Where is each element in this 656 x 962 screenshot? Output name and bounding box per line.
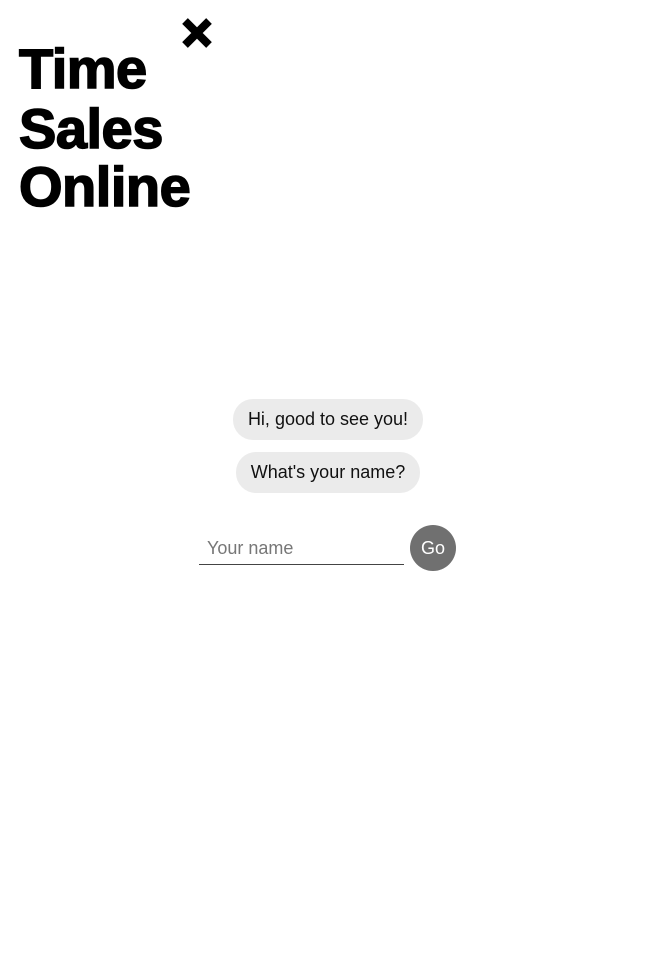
- go-button[interactable]: Go: [410, 525, 456, 571]
- name-input[interactable]: [199, 533, 404, 565]
- logo-word-sales: Sales: [18, 97, 164, 160]
- chat-bubble-greeting: Hi, good to see you!: [232, 399, 424, 440]
- name-form: Go: [199, 525, 459, 573]
- chat-bubble-question: What's your name?: [235, 452, 421, 493]
- page: Time Sales Online Hi, good to see you! W…: [0, 0, 656, 962]
- logo-word-time: Time: [18, 37, 148, 100]
- chat-thread: Hi, good to see you! What's your name?: [0, 399, 656, 505]
- cross-mark-icon: [182, 18, 212, 48]
- logo-word-online: Online: [18, 155, 191, 218]
- logo: Time Sales Online: [18, 12, 259, 222]
